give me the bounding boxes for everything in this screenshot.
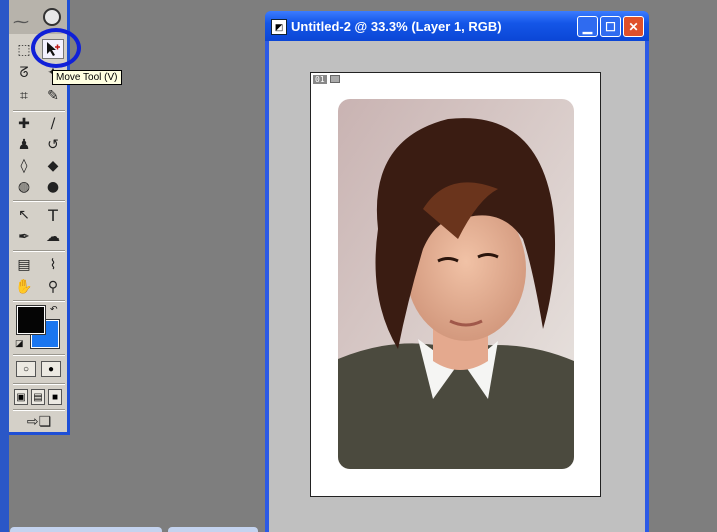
path-selection-tool-icon[interactable]: ↖ (13, 205, 35, 225)
slice-number-label: 01 (313, 75, 327, 84)
full-screen-mode-icon[interactable]: ■ (48, 389, 62, 405)
document-window: ◩ Untitled-2 @ 33.3% (Layer 1, RGB) ▁ ☐ … (265, 11, 649, 532)
hand-tool-icon[interactable]: ✋ (13, 277, 35, 297)
paint-bucket-tool-icon[interactable]: ◆ (42, 156, 64, 176)
adobe-feather-icon: ⁓ (13, 14, 29, 31)
move-tool-tooltip: Move Tool (V) (52, 70, 122, 85)
quick-mask-mode-icon[interactable]: ● (41, 361, 61, 377)
maximize-button[interactable]: ☐ (600, 16, 621, 37)
document-canvas[interactable]: 01 (310, 72, 601, 497)
taskbar-button[interactable] (10, 527, 162, 532)
toolbox-divider (13, 250, 65, 252)
toolbox-divider (13, 110, 65, 112)
pen-tool-icon[interactable]: ✒ (13, 227, 35, 247)
full-screen-menu-mode-icon[interactable]: ▤ (31, 389, 45, 405)
close-button[interactable]: ✕ (623, 16, 644, 37)
history-brush-tool-icon[interactable]: ↺ (42, 135, 64, 155)
type-tool-icon[interactable]: T (42, 205, 64, 225)
maximize-icon: ☐ (605, 19, 616, 34)
desktop-edge (0, 0, 9, 532)
minimize-icon: ▁ (582, 19, 593, 34)
standard-mode-icon[interactable]: ○ (16, 361, 36, 377)
custom-shape-tool-icon[interactable]: ☁ (42, 227, 64, 247)
toolbox-divider (13, 300, 65, 302)
taskbar-button[interactable] (168, 527, 258, 532)
eraser-tool-icon[interactable]: ◊ (13, 156, 35, 176)
jump-to-imageready-icon[interactable]: ⇨❏ (17, 412, 61, 432)
eyedropper-tool-icon[interactable]: ⌇ (42, 255, 64, 275)
crop-tool-icon[interactable]: ⌗ (13, 86, 35, 106)
dodge-tool-icon[interactable]: ● (42, 177, 64, 197)
lasso-tool-icon[interactable]: ᘔ (13, 63, 35, 83)
toolbox-divider (13, 409, 65, 411)
default-colors-icon[interactable]: ◪ (15, 338, 24, 349)
foreground-color-swatch[interactable] (16, 305, 46, 335)
clone-stamp-tool-icon[interactable]: ♟ (13, 135, 35, 155)
adobe-eye-icon (43, 8, 61, 26)
blur-tool-icon[interactable]: ◍ (13, 177, 35, 197)
zoom-tool-icon[interactable]: ⚲ (42, 277, 64, 297)
toolbox-divider (13, 354, 65, 356)
minimize-button[interactable]: ▁ (577, 16, 598, 37)
toolbox-divider (13, 383, 65, 385)
close-icon: ✕ (628, 19, 639, 34)
brush-tool-icon[interactable]: / (42, 114, 64, 134)
healing-brush-tool-icon[interactable]: ✚ (13, 114, 35, 134)
canvas-area[interactable]: 01 (269, 41, 645, 532)
swap-colors-icon[interactable]: ↶ (50, 304, 58, 315)
portrait-photo (338, 99, 574, 469)
standard-screen-mode-icon[interactable]: ▣ (14, 389, 28, 405)
move-tool-highlight-circle (31, 28, 81, 68)
document-title-bar[interactable]: ◩ Untitled-2 @ 33.3% (Layer 1, RGB) ▁ ☐ … (265, 11, 649, 41)
photoshop-document-icon: ◩ (271, 19, 287, 35)
notes-tool-icon[interactable]: ▤ (13, 255, 35, 275)
slice-tool-icon[interactable]: ✎ (42, 86, 64, 106)
document-title: Untitled-2 @ 33.3% (Layer 1, RGB) (291, 19, 502, 34)
slice-icon (330, 75, 340, 83)
toolbox-divider (13, 200, 65, 202)
